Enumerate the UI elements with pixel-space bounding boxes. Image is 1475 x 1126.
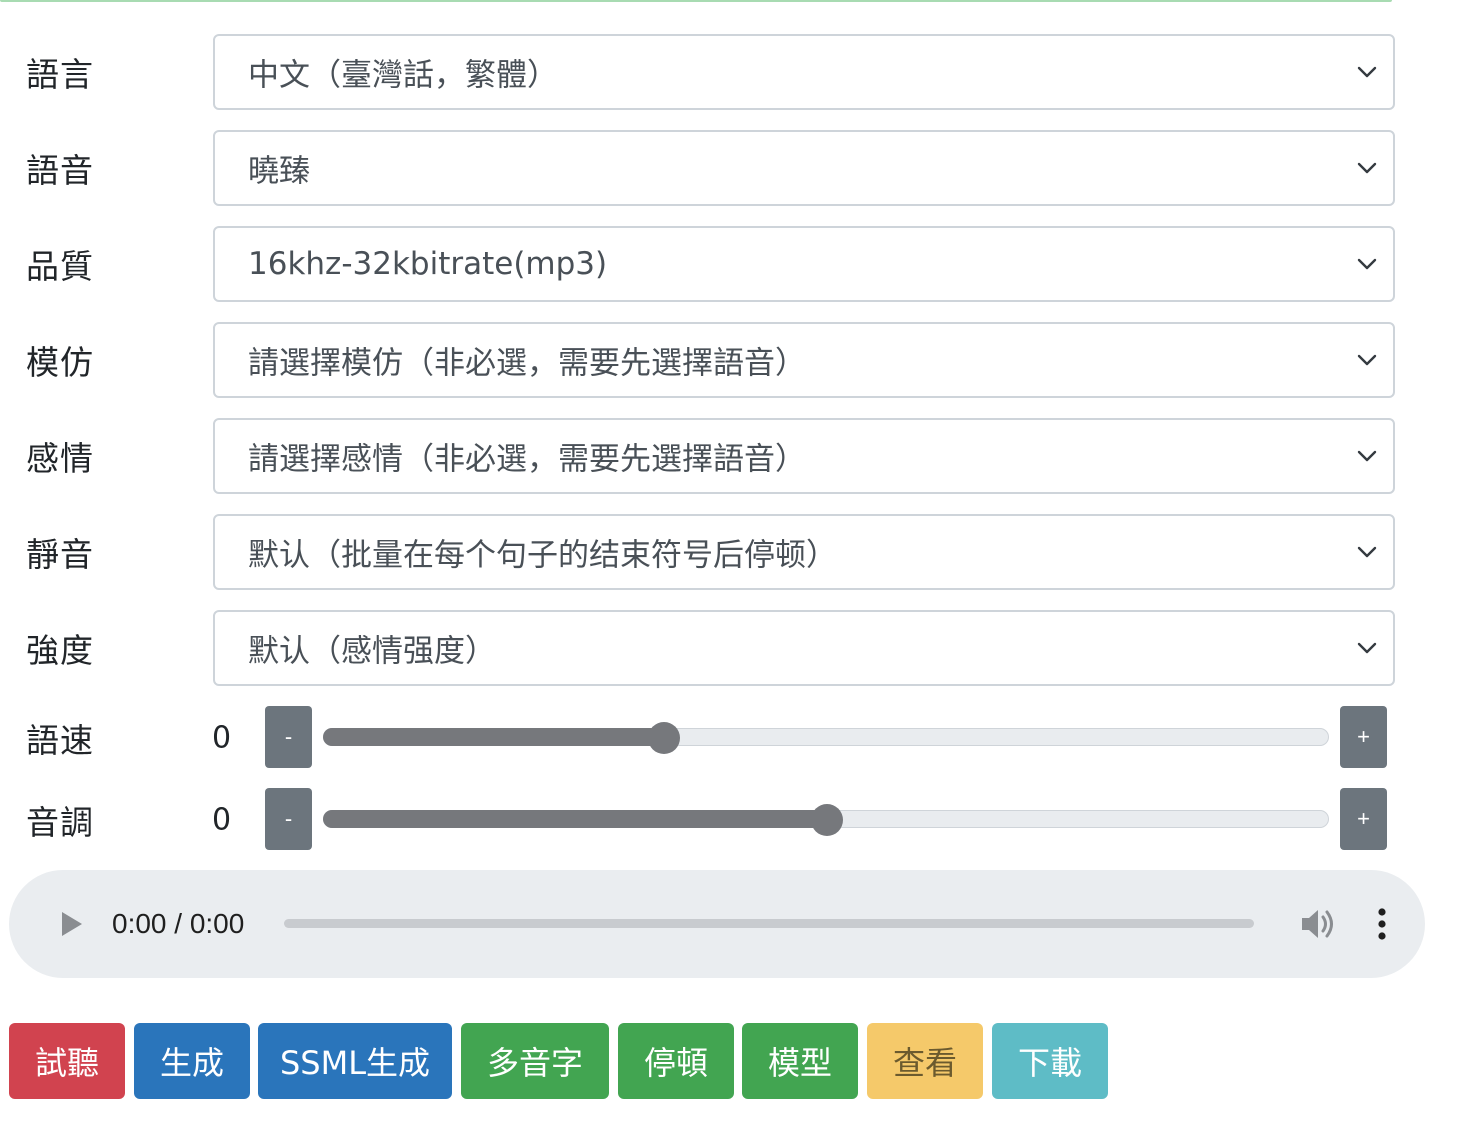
emotion-select[interactable]: 請選擇感情（非必選，需要先選擇語音）	[213, 418, 1395, 494]
top-divider	[0, 0, 1392, 2]
pitch-slider-fill	[323, 810, 826, 828]
silence-select-value: 默认（批量在每个句子的结束符号后停顿）	[248, 537, 837, 574]
chevron-down-icon	[1357, 450, 1377, 462]
voice-label: 語音	[26, 151, 94, 190]
more-vertical-icon[interactable]	[1375, 908, 1389, 942]
pitch-slider-thumb[interactable]	[811, 804, 843, 836]
quality-label: 品質	[26, 247, 94, 286]
voice-row: 語音 曉臻	[0, 130, 1475, 206]
rate-slider[interactable]	[323, 722, 1329, 754]
pitch-decrease-button[interactable]: -	[265, 788, 312, 850]
intensity-label: 強度	[26, 631, 94, 670]
pitch-value: 0	[212, 802, 232, 838]
audio-player: 0:00 / 0:00	[9, 870, 1425, 978]
rate-value: 0	[212, 720, 232, 756]
pitch-slider[interactable]	[323, 804, 1329, 836]
chevron-down-icon	[1357, 354, 1377, 366]
pitch-label: 音調	[26, 803, 94, 842]
rate-label: 語速	[26, 721, 94, 760]
voice-select-value: 曉臻	[248, 153, 310, 190]
chevron-down-icon	[1357, 66, 1377, 78]
voice-select[interactable]: 曉臻	[213, 130, 1395, 206]
pause-button[interactable]: 停頓	[618, 1023, 734, 1099]
intensity-select[interactable]: 默认（感情强度）	[213, 610, 1395, 686]
rate-slider-fill	[323, 728, 663, 746]
quality-select[interactable]: 16khz-32kbitrate(mp3)	[213, 226, 1395, 302]
chevron-down-icon	[1357, 162, 1377, 174]
language-select[interactable]: 中文（臺灣話，繁體）	[213, 34, 1395, 110]
audio-time: 0:00 / 0:00	[112, 908, 245, 939]
emotion-row: 感情 請選擇感情（非必選，需要先選擇語音）	[0, 418, 1475, 494]
rate-increase-button[interactable]: +	[1340, 706, 1387, 768]
role-select-value: 請選擇模仿（非必選，需要先選擇語音）	[248, 345, 806, 382]
ssml-generate-button[interactable]: SSML生成	[258, 1023, 452, 1099]
play-icon[interactable]	[59, 910, 85, 938]
pitch-increase-button[interactable]: +	[1340, 788, 1387, 850]
role-select[interactable]: 請選擇模仿（非必選，需要先選擇語音）	[213, 322, 1395, 398]
language-row: 語言 中文（臺灣話，繁體）	[0, 34, 1475, 110]
chevron-down-icon	[1357, 546, 1377, 558]
rate-slider-thumb[interactable]	[648, 722, 680, 754]
action-button-bar: 試聽 生成 SSML生成 多音字 停頓 模型 查看 下載	[0, 1023, 1475, 1099]
polyphone-button[interactable]: 多音字	[461, 1023, 609, 1099]
pitch-row: 音調 0 - +	[0, 788, 1475, 852]
quality-select-value: 16khz-32kbitrate(mp3)	[248, 246, 608, 282]
emotion-label: 感情	[26, 439, 94, 478]
chevron-down-icon	[1357, 642, 1377, 654]
download-button[interactable]: 下載	[992, 1023, 1108, 1099]
silence-row: 靜音 默认（批量在每个句子的结束符号后停顿）	[0, 514, 1475, 590]
model-button[interactable]: 模型	[742, 1023, 858, 1099]
generate-button[interactable]: 生成	[134, 1023, 250, 1099]
role-row: 模仿 請選擇模仿（非必選，需要先選擇語音）	[0, 322, 1475, 398]
language-label: 語言	[26, 55, 94, 94]
emotion-select-value: 請選擇感情（非必選，需要先選擇語音）	[248, 441, 806, 478]
quality-row: 品質 16khz-32kbitrate(mp3)	[0, 226, 1475, 302]
role-label: 模仿	[26, 343, 94, 382]
chevron-down-icon	[1357, 258, 1377, 270]
intensity-select-value: 默认（感情强度）	[248, 633, 496, 670]
language-select-value: 中文（臺灣話，繁體）	[248, 57, 558, 94]
view-button[interactable]: 查看	[867, 1023, 983, 1099]
rate-row: 語速 0 - +	[0, 706, 1475, 770]
preview-button[interactable]: 試聽	[9, 1023, 125, 1099]
intensity-row: 強度 默认（感情强度）	[0, 610, 1475, 686]
volume-icon[interactable]	[1299, 906, 1337, 942]
audio-progress-bar[interactable]	[284, 919, 1254, 928]
silence-select[interactable]: 默认（批量在每个句子的结束符号后停顿）	[213, 514, 1395, 590]
silence-label: 靜音	[26, 535, 94, 574]
rate-decrease-button[interactable]: -	[265, 706, 312, 768]
